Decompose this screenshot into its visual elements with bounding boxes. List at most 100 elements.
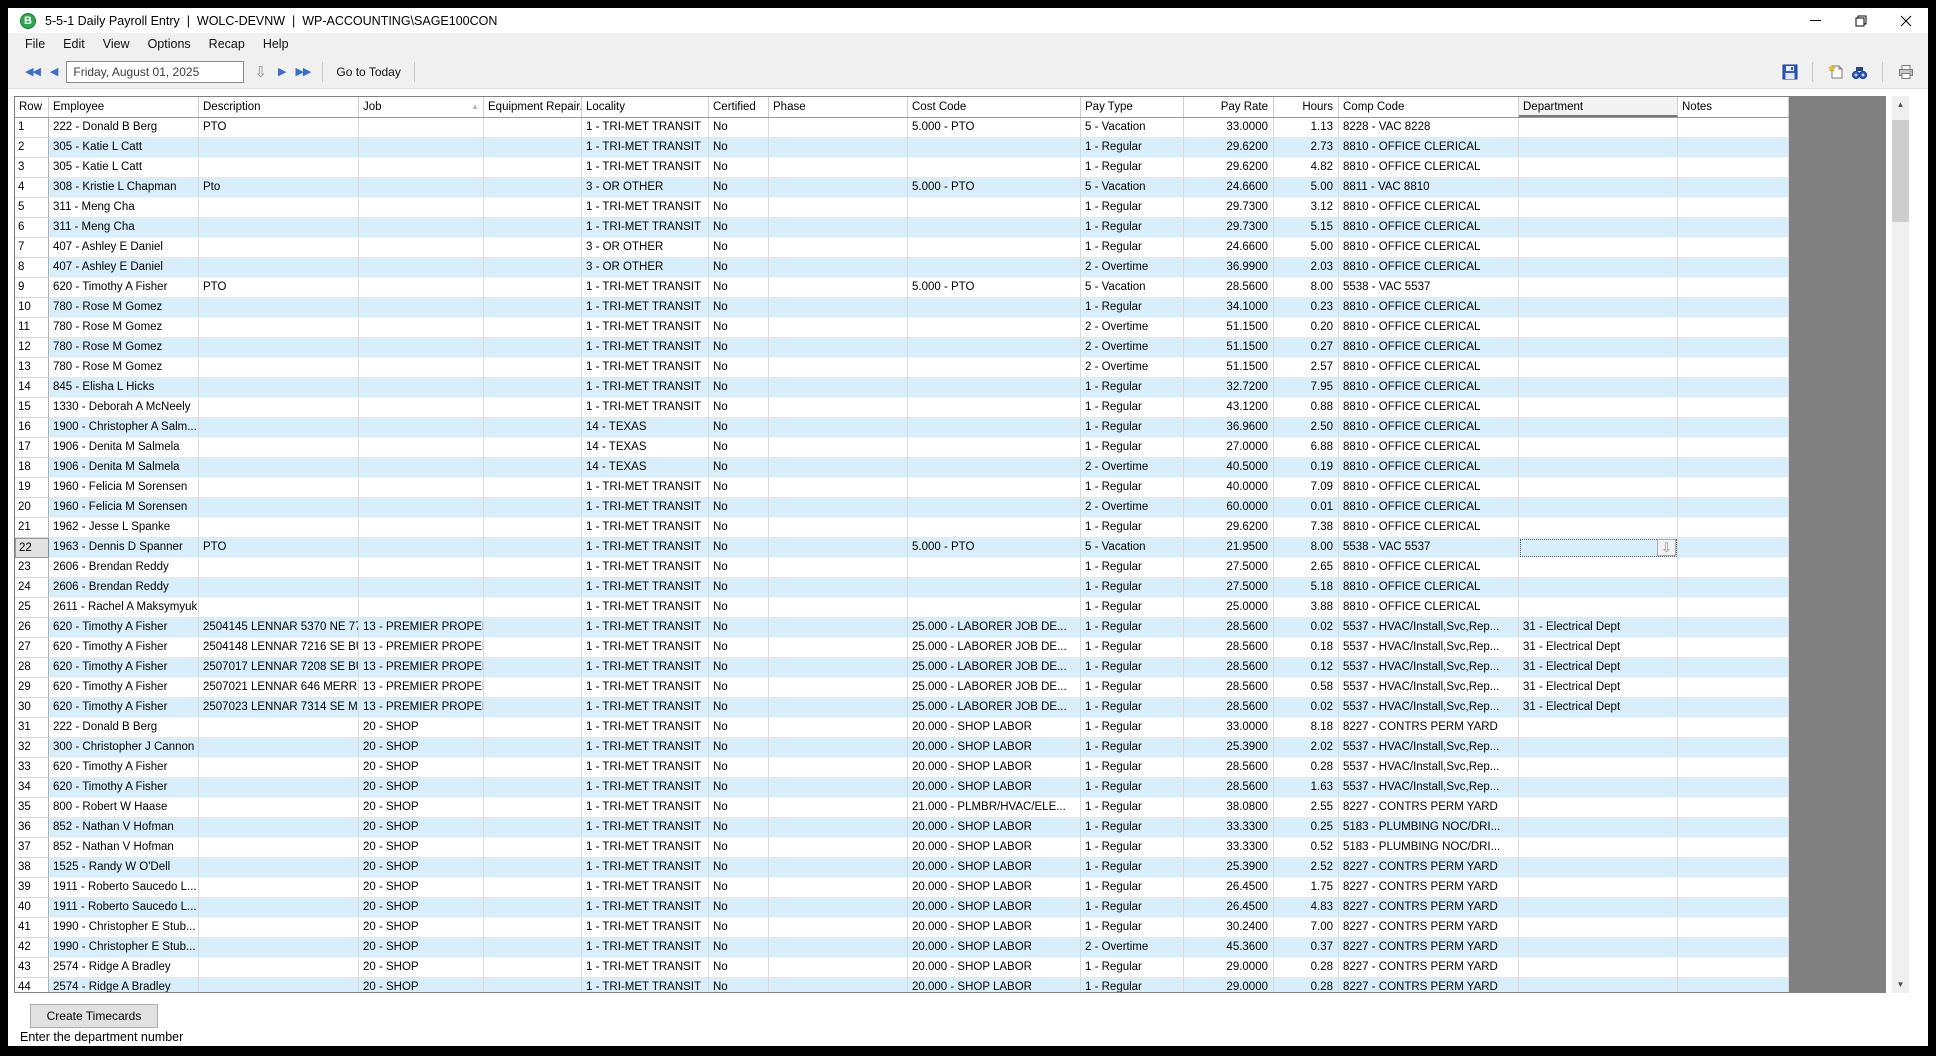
date-field[interactable]: Friday, August 01, 2025 [66,60,245,83]
cell-department[interactable]: 31 - Electrical Dept [1519,618,1678,638]
cell-comp_code[interactable]: 8810 - OFFICE CLERICAL [1339,258,1519,278]
cell-description[interactable]: PTO [199,278,359,298]
cell-notes[interactable] [1678,258,1789,278]
cell-description[interactable] [199,958,359,978]
cell-description[interactable] [199,858,359,878]
cell-pay_type[interactable]: 1 - Regular [1081,778,1184,798]
cell-employee[interactable]: 1330 - Deborah A McNeely [49,398,199,418]
cell-certified[interactable]: No [709,438,769,458]
cell-equipment_repair[interactable] [484,958,582,978]
cell-comp_code[interactable]: 8810 - OFFICE CLERICAL [1339,238,1519,258]
column-header-pay_type[interactable]: Pay Type [1081,97,1184,117]
cell-phase[interactable] [769,578,908,598]
cell-notes[interactable] [1678,238,1789,258]
cell-description[interactable] [199,498,359,518]
cell-job[interactable] [359,198,484,218]
cell-pay_rate[interactable]: 33.0000 [1184,118,1274,138]
cell-notes[interactable] [1678,378,1789,398]
cell-locality[interactable]: 1 - TRI-MET TRANSIT [582,858,709,878]
cell-description[interactable] [199,418,359,438]
cell-employee[interactable]: 620 - Timothy A Fisher [49,658,199,678]
cell-employee[interactable]: 1963 - Dennis D Spanner [49,538,199,558]
cell-comp_code[interactable]: 8810 - OFFICE CLERICAL [1339,298,1519,318]
cell-employee[interactable]: 852 - Nathan V Hofman [49,818,199,838]
cell-department[interactable] [1519,718,1678,738]
cell-job[interactable]: 13 - PREMIER PROPER... [359,698,484,718]
cell-pay_rate[interactable]: 60.0000 [1184,498,1274,518]
cell-certified[interactable]: No [709,218,769,238]
cell-phase[interactable] [769,438,908,458]
cell-notes[interactable] [1678,158,1789,178]
cell-equipment_repair[interactable] [484,398,582,418]
cell-locality[interactable]: 1 - TRI-MET TRANSIT [582,678,709,698]
cell-equipment_repair[interactable] [484,278,582,298]
cell-employee[interactable]: 852 - Nathan V Hofman [49,838,199,858]
cell-locality[interactable]: 1 - TRI-MET TRANSIT [582,738,709,758]
cell-employee[interactable]: 305 - Katie L Catt [49,158,199,178]
cell-hours[interactable]: 0.28 [1274,758,1339,778]
cell-description[interactable] [199,318,359,338]
row-number[interactable]: 28 [15,658,49,678]
cell-department[interactable] [1519,338,1678,358]
cell-job[interactable] [359,158,484,178]
cell-comp_code[interactable]: 8810 - OFFICE CLERICAL [1339,158,1519,178]
cell-hours[interactable]: 0.19 [1274,458,1339,478]
cell-phase[interactable] [769,138,908,158]
cell-cost_code[interactable]: 5.000 - PTO [908,538,1081,558]
cell-notes[interactable] [1678,118,1789,138]
cell-description[interactable] [199,398,359,418]
cell-comp_code[interactable]: 8810 - OFFICE CLERICAL [1339,418,1519,438]
cell-department[interactable] [1519,778,1678,798]
row-number[interactable]: 40 [15,898,49,918]
cell-notes[interactable] [1678,698,1789,718]
cell-phase[interactable] [769,858,908,878]
cell-job[interactable]: 20 - SHOP [359,858,484,878]
cell-employee[interactable]: 2611 - Rachel A Maksymyuk [49,598,199,618]
cell-cost_code[interactable]: 20.000 - SHOP LABOR [908,718,1081,738]
cell-locality[interactable]: 1 - TRI-MET TRANSIT [582,218,709,238]
cell-comp_code[interactable]: 8228 - VAC 8228 [1339,118,1519,138]
cell-comp_code[interactable]: 8810 - OFFICE CLERICAL [1339,198,1519,218]
cell-phase[interactable] [769,778,908,798]
cell-phase[interactable] [769,798,908,818]
cell-pay_type[interactable]: 1 - Regular [1081,398,1184,418]
cell-pay_rate[interactable]: 32.7200 [1184,378,1274,398]
cell-certified[interactable]: No [709,758,769,778]
cell-pay_rate[interactable]: 25.3900 [1184,738,1274,758]
cell-phase[interactable] [769,598,908,618]
menu-view[interactable]: View [94,33,139,55]
cell-locality[interactable]: 3 - OR OTHER [582,258,709,278]
restore-button[interactable] [1838,8,1883,33]
cell-hours[interactable]: 1.13 [1274,118,1339,138]
cell-description[interactable] [199,598,359,618]
cell-cost_code[interactable] [908,138,1081,158]
cell-certified[interactable]: No [709,298,769,318]
cell-pay_type[interactable]: 2 - Overtime [1081,318,1184,338]
cell-employee[interactable]: 1990 - Christopher E Stub... [49,938,199,958]
cell-hours[interactable]: 3.12 [1274,198,1339,218]
cell-pay_type[interactable]: 1 - Regular [1081,298,1184,318]
cell-locality[interactable]: 1 - TRI-MET TRANSIT [582,718,709,738]
row-number[interactable]: 17 [15,438,49,458]
cell-cost_code[interactable] [908,258,1081,278]
cell-employee[interactable]: 2606 - Brendan Reddy [49,558,199,578]
cell-locality[interactable]: 3 - OR OTHER [582,238,709,258]
cell-comp_code[interactable]: 8227 - CONTRS PERM YARD [1339,878,1519,898]
cell-equipment_repair[interactable] [484,458,582,478]
row-number[interactable]: 1 [15,118,49,138]
cell-cost_code[interactable] [908,598,1081,618]
cell-description[interactable]: PTO [199,538,359,558]
cell-hours[interactable]: 0.27 [1274,338,1339,358]
cell-locality[interactable]: 1 - TRI-MET TRANSIT [582,358,709,378]
cell-department[interactable] [1519,238,1678,258]
cell-cost_code[interactable]: 21.000 - PLMBR/HVAC/ELE... [908,798,1081,818]
cell-pay_type[interactable]: 2 - Overtime [1081,498,1184,518]
cell-description[interactable] [199,878,359,898]
cell-comp_code[interactable]: 5537 - HVAC/Install,Svc,Rep... [1339,778,1519,798]
cell-pay_rate[interactable]: 21.9500 [1184,538,1274,558]
column-header-row[interactable]: Row [15,97,49,117]
column-header-department[interactable]: Department [1519,97,1678,117]
cell-job[interactable] [359,498,484,518]
cell-locality[interactable]: 1 - TRI-MET TRANSIT [582,158,709,178]
cell-equipment_repair[interactable] [484,638,582,658]
